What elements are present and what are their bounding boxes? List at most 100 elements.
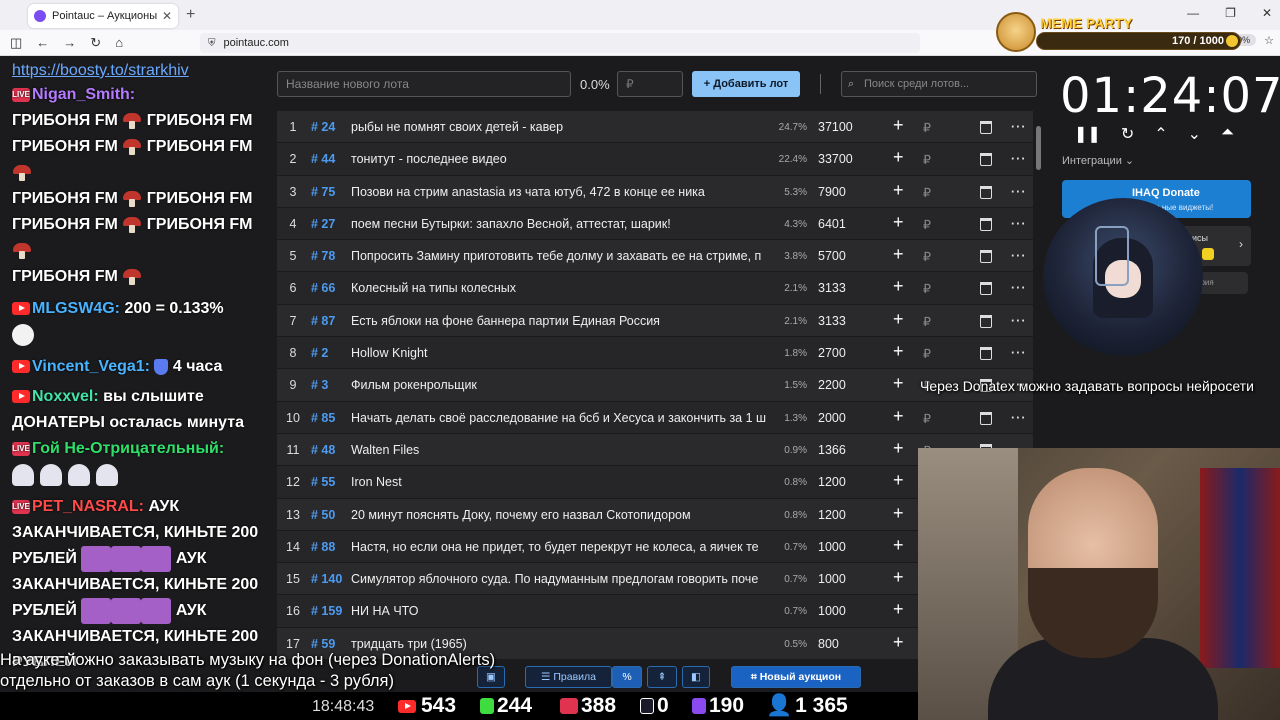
amount-input[interactable]: ₽ xyxy=(617,71,683,97)
lot-amount[interactable]: 1200 xyxy=(818,475,846,489)
back-icon[interactable]: ← xyxy=(36,35,49,51)
site-info-icon[interactable]: ⛨ xyxy=(208,38,216,49)
lot-amount[interactable]: 37100 xyxy=(818,120,853,134)
lots-scrollbar[interactable] xyxy=(1036,126,1041,170)
rub-input-icon[interactable]: ₽ xyxy=(923,249,931,264)
lot-name[interactable]: Позови на стрим anastasia из чата ютуб, … xyxy=(351,185,769,199)
rub-input-icon[interactable]: ₽ xyxy=(923,217,931,232)
add-amount-icon[interactable]: + xyxy=(893,567,904,588)
trash-icon[interactable] xyxy=(980,185,992,199)
lot-name[interactable]: Walten Files xyxy=(351,443,769,457)
pause-icon[interactable]: ❚❚ xyxy=(1074,124,1101,144)
more-options-icon[interactable]: ··· xyxy=(1011,185,1027,199)
double-up-icon[interactable]: ⏶ xyxy=(1221,124,1234,144)
align-icon[interactable]: ⇞ xyxy=(647,666,677,688)
more-options-icon[interactable]: ··· xyxy=(1011,120,1027,134)
close-tab-icon[interactable]: ✕ xyxy=(162,9,172,23)
add-amount-icon[interactable]: + xyxy=(893,309,904,330)
trash-icon[interactable] xyxy=(980,121,992,134)
lot-amount[interactable]: 3133 xyxy=(818,281,846,295)
bookmark-star-icon[interactable]: ☆ xyxy=(1264,34,1274,47)
increase-time-icon[interactable]: ⌃ xyxy=(1154,124,1167,144)
more-options-icon[interactable]: ··· xyxy=(1011,249,1027,263)
forward-icon[interactable]: → xyxy=(63,35,76,51)
lot-amount[interactable]: 3133 xyxy=(818,314,846,328)
sidebar-icon[interactable]: ◫ xyxy=(10,35,22,51)
boosty-link[interactable]: https://boosty.to/strarkhiv xyxy=(12,62,270,80)
lot-name[interactable]: тридцать три (1965) xyxy=(351,637,769,651)
more-options-icon[interactable]: ··· xyxy=(1011,314,1027,328)
lot-amount[interactable]: 800 xyxy=(818,637,839,651)
lot-name[interactable]: Симулятор яблочного суда. По надуманным … xyxy=(351,572,769,586)
lot-name[interactable]: поем песни Бутырки: запахло Весной, атте… xyxy=(351,217,769,231)
lot-name[interactable]: 20 минут пояснять Доку, почему его назва… xyxy=(351,508,769,522)
add-amount-icon[interactable]: + xyxy=(893,244,904,265)
more-options-icon[interactable]: ··· xyxy=(1011,217,1027,231)
add-amount-icon[interactable]: + xyxy=(893,438,904,459)
lot-name[interactable]: Начать делать своё расследование на бсб … xyxy=(351,411,769,425)
lot-amount[interactable]: 1000 xyxy=(818,540,846,554)
browser-tab[interactable]: Pointauc – Аукционы, лотереи ✕ xyxy=(28,4,178,28)
lot-amount[interactable]: 1000 xyxy=(818,572,846,586)
trash-icon[interactable] xyxy=(980,153,992,167)
rub-input-icon[interactable]: ₽ xyxy=(923,346,931,361)
add-amount-icon[interactable]: + xyxy=(893,406,904,427)
add-amount-icon[interactable]: + xyxy=(893,632,904,653)
rub-input-icon[interactable]: ₽ xyxy=(923,152,931,167)
lot-amount[interactable]: 2000 xyxy=(818,411,846,425)
rub-input-icon[interactable]: ₽ xyxy=(923,411,931,426)
lot-amount[interactable]: 2200 xyxy=(818,378,846,392)
lot-amount[interactable]: 1000 xyxy=(818,604,846,618)
lot-name[interactable]: Iron Nest xyxy=(351,475,769,489)
trash-icon[interactable] xyxy=(980,217,992,231)
trash-icon[interactable] xyxy=(980,347,992,361)
add-amount-icon[interactable]: + xyxy=(893,212,904,233)
reload-icon[interactable]: ↻ xyxy=(90,35,101,51)
lot-search-input[interactable]: ⌕ Поиск среди лотов... xyxy=(841,71,1037,97)
lot-name[interactable]: Попросить Замину приготовить тебе долму … xyxy=(351,249,769,263)
new-auction-button[interactable]: ⌗ Новый аукцион xyxy=(731,666,861,688)
add-amount-icon[interactable]: + xyxy=(893,535,904,556)
lot-amount[interactable]: 7900 xyxy=(818,185,846,199)
trash-icon[interactable] xyxy=(980,250,992,264)
lot-name[interactable]: рыбы не помнят своих детей - кавер xyxy=(351,120,769,134)
lot-name[interactable]: тонитут - последнее видео xyxy=(351,152,769,166)
trash-icon[interactable] xyxy=(980,314,992,328)
home-icon[interactable]: ⌂ xyxy=(115,35,123,51)
lot-name[interactable]: НИ НА ЧТО xyxy=(351,604,769,618)
add-amount-icon[interactable]: + xyxy=(893,180,904,201)
add-amount-icon[interactable]: + xyxy=(893,341,904,362)
add-amount-icon[interactable]: + xyxy=(893,373,904,394)
lot-name[interactable]: Настя, но если она не придет, то будет п… xyxy=(351,540,769,554)
lot-amount[interactable]: 2700 xyxy=(818,346,846,360)
decrease-time-icon[interactable]: ⌄ xyxy=(1188,124,1201,144)
trash-icon[interactable] xyxy=(980,282,992,296)
lot-amount[interactable]: 1200 xyxy=(818,508,846,522)
address-bar[interactable]: ⛨ pointauc.com xyxy=(200,33,920,53)
more-options-icon[interactable]: ··· xyxy=(1011,346,1027,360)
lot-name[interactable]: Hollow Knight xyxy=(351,346,769,360)
add-amount-icon[interactable]: + xyxy=(893,147,904,168)
lot-amount[interactable]: 1366 xyxy=(818,443,846,457)
add-amount-icon[interactable]: + xyxy=(893,115,904,136)
add-amount-icon[interactable]: + xyxy=(893,599,904,620)
lot-amount[interactable]: 5700 xyxy=(818,249,846,263)
lot-amount[interactable]: 6401 xyxy=(818,217,846,231)
rub-input-icon[interactable]: ₽ xyxy=(923,185,931,200)
new-lot-input[interactable]: Название нового лота xyxy=(277,71,571,97)
lot-amount[interactable]: 33700 xyxy=(818,152,853,166)
lot-name[interactable]: Колесный на типы колесных xyxy=(351,281,769,295)
trash-icon[interactable] xyxy=(980,411,992,425)
rub-input-icon[interactable]: ₽ xyxy=(923,120,931,135)
lot-name[interactable]: Есть яблоки на фоне баннера партии Едина… xyxy=(351,314,769,328)
new-tab-icon[interactable]: + xyxy=(186,6,195,24)
add-amount-icon[interactable]: + xyxy=(893,276,904,297)
more-options-icon[interactable]: ··· xyxy=(1011,152,1027,166)
add-lot-button[interactable]: + Добавить лот xyxy=(692,71,800,97)
layout-icon[interactable]: ◧ xyxy=(682,666,710,688)
reset-icon[interactable]: ↻ xyxy=(1121,124,1134,144)
more-options-icon[interactable]: ··· xyxy=(1011,281,1027,295)
rub-input-icon[interactable]: ₽ xyxy=(923,314,931,329)
rub-input-icon[interactable]: ₽ xyxy=(923,281,931,296)
lot-name[interactable]: Фильм рокенрольщик xyxy=(351,378,769,392)
